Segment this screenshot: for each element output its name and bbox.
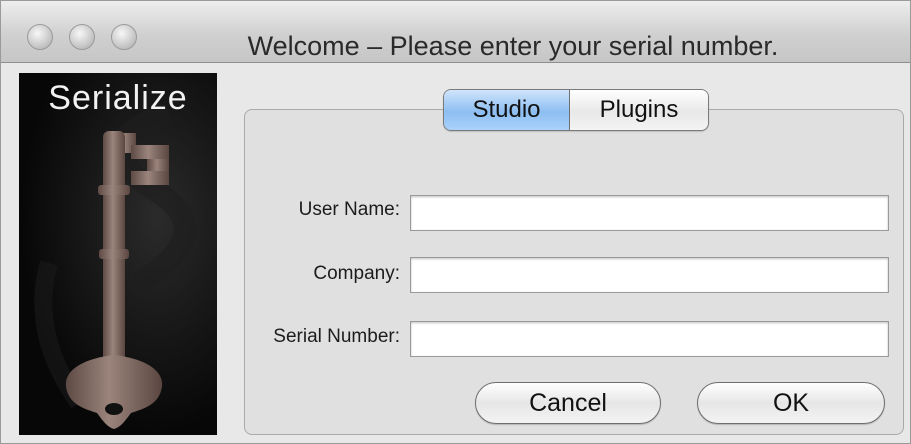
company-label: Company: bbox=[313, 263, 400, 284]
ok-button[interactable]: OK bbox=[697, 382, 885, 424]
tab-bar: Studio Plugins bbox=[443, 89, 709, 131]
title-bar: Welcome – Please enter your serial numbe… bbox=[1, 1, 910, 63]
key-icon bbox=[34, 102, 196, 429]
user-name-label: User Name: bbox=[298, 199, 400, 220]
tab-plugins[interactable]: Plugins bbox=[570, 90, 708, 130]
sidebar-title: Serialize bbox=[48, 79, 188, 117]
serialize-key-image: Serialize bbox=[19, 73, 217, 435]
tab-studio[interactable]: Studio bbox=[444, 90, 570, 130]
serial-number-field[interactable] bbox=[410, 321, 889, 357]
window-title: Welcome – Please enter your serial numbe… bbox=[247, 31, 779, 61]
cancel-button[interactable]: Cancel bbox=[475, 382, 661, 424]
serial-window: Welcome – Please enter your serial numbe… bbox=[0, 0, 911, 444]
serial-number-label: Serial Number: bbox=[273, 326, 400, 347]
user-name-field[interactable] bbox=[410, 195, 889, 231]
company-field[interactable] bbox=[410, 257, 889, 293]
